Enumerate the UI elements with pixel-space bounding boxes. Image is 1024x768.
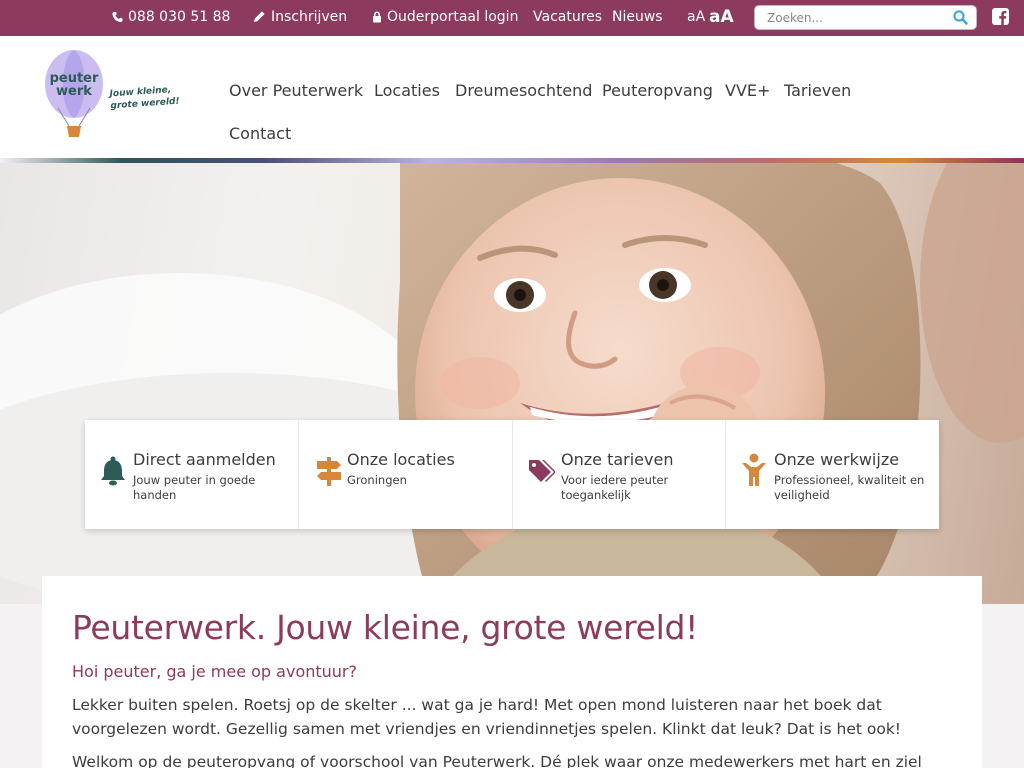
card-onze-tarieven[interactable]: Onze tarieven Voor iedere peuter toegank… bbox=[512, 420, 725, 529]
card-subtitle: Groningen bbox=[347, 473, 407, 487]
feature-cards: Direct aanmelden Jouw peuter in goede ha… bbox=[85, 420, 939, 529]
card-title: Onze tarieven bbox=[561, 450, 674, 469]
peuterwerk-logo[interactable]: peuter werk bbox=[44, 48, 108, 142]
intro-section: Peuterwerk. Jouw kleine, grote wereld! H… bbox=[42, 576, 982, 768]
phone-icon bbox=[112, 11, 123, 23]
nav-item-contact[interactable]: Contact bbox=[229, 124, 291, 143]
price-tags-icon bbox=[527, 456, 556, 490]
facebook-icon[interactable] bbox=[992, 8, 1009, 29]
signpost-icon bbox=[315, 456, 343, 490]
page-subtitle: Hoi peuter, ga je mee op avontuur? bbox=[72, 662, 357, 681]
parent-login-label: Ouderportaal login bbox=[387, 9, 519, 25]
page-title: Peuterwerk. Jouw kleine, grote wereld! bbox=[72, 608, 699, 647]
card-title: Onze werkwijze bbox=[774, 450, 900, 469]
pencil-icon bbox=[254, 11, 265, 22]
search-input[interactable] bbox=[755, 6, 945, 29]
card-subtitle: Voor iedere peuter toegankelijk bbox=[561, 473, 669, 502]
vacancies-link[interactable]: Vacatures bbox=[533, 0, 602, 36]
card-title: Onze locaties bbox=[347, 450, 455, 469]
nav-item-dreumesochtend[interactable]: Dreumesochtend bbox=[455, 81, 592, 100]
logo-word-2: werk bbox=[56, 84, 92, 99]
bell-icon bbox=[99, 456, 127, 490]
search-icon[interactable] bbox=[953, 10, 968, 29]
intro-paragraph-1: Lekker buiten spelen. Roetsj op de skelt… bbox=[72, 696, 902, 738]
nav-item-vve[interactable]: VVE+ bbox=[725, 81, 770, 100]
top-bar: 088 030 51 88 Inschrijven Ouderportaal l… bbox=[0, 0, 1024, 36]
parent-login-link[interactable]: Ouderportaal login bbox=[372, 0, 518, 36]
nav-item-over-peuterwerk[interactable]: Over Peuterwerk bbox=[229, 81, 363, 100]
phone-link[interactable]: 088 030 51 88 bbox=[112, 0, 230, 36]
signup-link[interactable]: Inschrijven bbox=[253, 0, 347, 36]
card-subtitle: Professioneel, kwaliteit en veiligheid bbox=[774, 473, 925, 502]
phone-number: 088 030 51 88 bbox=[128, 9, 231, 25]
site-header: peuter werk Jouw kleine, grote wereld! O… bbox=[0, 36, 1024, 158]
hero-image bbox=[0, 163, 1024, 604]
card-subtitle: Jouw peuter in goede handen bbox=[133, 473, 256, 502]
news-link[interactable]: Nieuws bbox=[612, 0, 663, 36]
card-onze-locaties[interactable]: Onze locaties Groningen bbox=[298, 420, 511, 529]
nav-item-locaties[interactable]: Locaties bbox=[374, 81, 440, 100]
hero-photo-illustration bbox=[0, 163, 1024, 604]
card-title: Direct aanmelden bbox=[133, 450, 276, 469]
child-icon bbox=[740, 453, 768, 491]
card-direct-aanmelden[interactable]: Direct aanmelden Jouw peuter in goede ha… bbox=[85, 420, 298, 529]
card-onze-werkwijze[interactable]: Onze werkwijze Professioneel, kwaliteit … bbox=[725, 420, 938, 529]
font-size-large-button[interactable]: aA bbox=[709, 0, 734, 36]
search-box bbox=[754, 5, 977, 30]
lock-icon bbox=[373, 11, 381, 23]
nav-item-tarieven[interactable]: Tarieven bbox=[784, 81, 851, 100]
intro-paragraph-2: Welkom op de peuteropvang of voorschool … bbox=[72, 753, 922, 768]
font-size-small-button[interactable]: aA bbox=[687, 0, 705, 36]
nav-item-peuteropvang[interactable]: Peuteropvang bbox=[602, 81, 713, 100]
signup-label: Inschrijven bbox=[271, 9, 348, 25]
logo-tagline: Jouw kleine, grote wereld! bbox=[109, 84, 180, 113]
